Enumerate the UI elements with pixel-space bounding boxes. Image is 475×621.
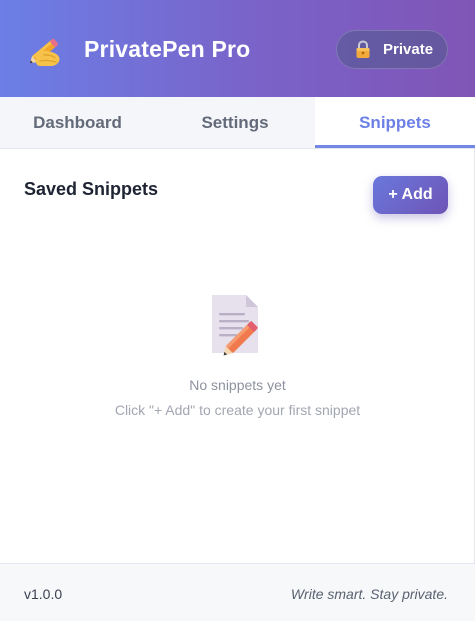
writing-hand-icon xyxy=(30,38,60,66)
app-header: PrivatePen Pro Private xyxy=(0,0,475,97)
section-title: Saved Snippets xyxy=(24,179,159,199)
add-snippet-button[interactable]: + Add xyxy=(373,176,448,214)
tab-snippets[interactable]: Snippets xyxy=(315,97,475,148)
app-title: PrivatePen Pro xyxy=(84,36,251,62)
lock-icon xyxy=(356,40,370,58)
footer: v1.0.0 Write smart. Stay private. xyxy=(0,563,475,621)
tagline: Write smart. Stay private. xyxy=(290,586,448,602)
empty-state-title: No snippets yet xyxy=(189,377,286,393)
tab-settings[interactable]: Settings xyxy=(155,97,315,148)
empty-state-hint: Click "+ Add" to create your first snipp… xyxy=(114,402,361,418)
active-tab-indicator xyxy=(315,145,475,148)
tab-bar: Dashboard Settings Snippets xyxy=(0,97,475,149)
extension-popup: PrivatePen Pro Private Dashboard Setting… xyxy=(0,0,475,621)
private-badge-label: Private xyxy=(383,41,434,58)
private-mode-badge[interactable]: Private xyxy=(336,30,448,69)
version-label: v1.0.0 xyxy=(24,586,63,602)
tab-dashboard[interactable]: Dashboard xyxy=(0,97,155,148)
memo-pencil-icon xyxy=(212,295,258,356)
